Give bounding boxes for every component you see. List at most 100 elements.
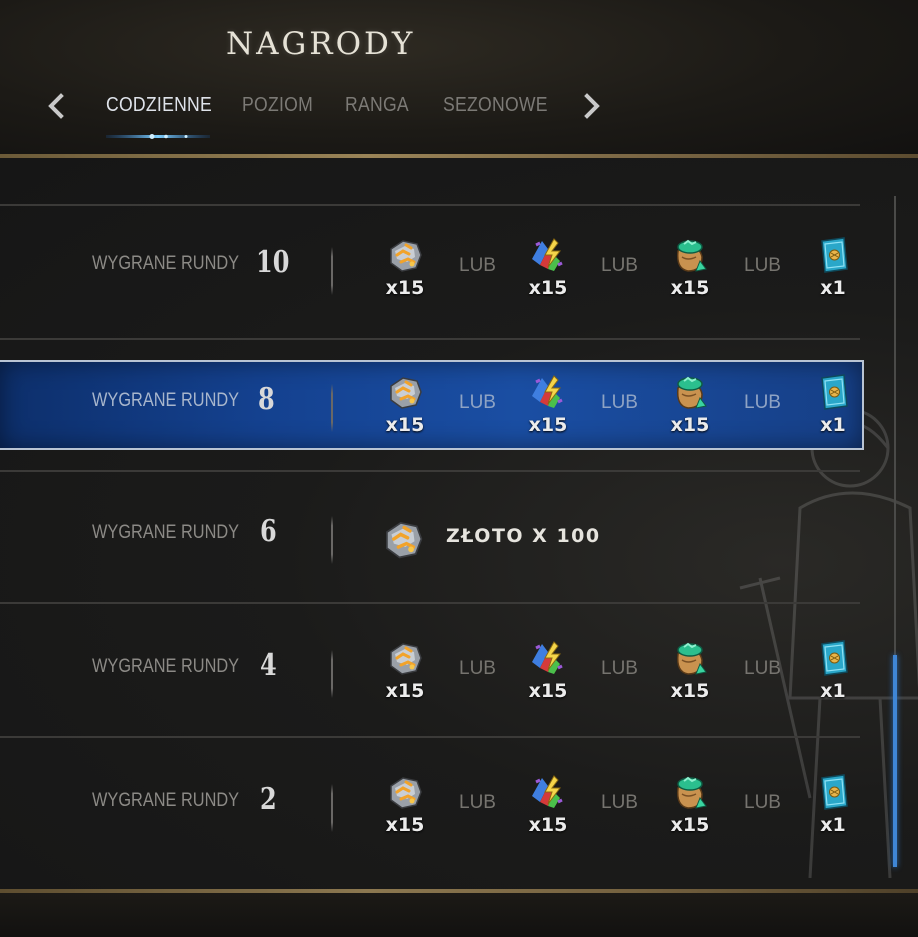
reward-option[interactable]: x15 <box>668 372 712 446</box>
page-title: NAGRODY <box>226 26 416 62</box>
row-separator <box>331 650 333 698</box>
reward-quantity: x15 <box>528 277 568 299</box>
or-label: LUB <box>744 255 781 276</box>
reward-quantity: x15 <box>528 414 568 436</box>
or-label: LUB <box>744 792 781 813</box>
rounds-won-count: 10 <box>256 245 290 280</box>
row-separator <box>331 384 333 432</box>
reward-quantity: x15 <box>670 414 710 436</box>
card-keg-icon <box>813 638 853 678</box>
reward-option[interactable]: x15 <box>526 772 570 846</box>
or-label: LUB <box>459 392 496 413</box>
reward-quantity: x15 <box>385 680 425 702</box>
reward-quantity: x15 <box>528 814 568 836</box>
tab-poziom[interactable]: POZIOM <box>242 94 313 117</box>
card-keg-icon <box>813 772 853 812</box>
or-label: LUB <box>744 658 781 679</box>
row-label: WYGRANE RUNDY <box>92 656 240 677</box>
or-label: LUB <box>459 792 496 813</box>
ore-icon <box>380 516 426 562</box>
scraps-icon <box>528 235 568 275</box>
header: NAGRODY CODZIENNE POZIOM RANGA SEZONOWE <box>0 0 918 158</box>
ore-icon <box>385 235 425 275</box>
ore-icon <box>385 638 425 678</box>
or-label: LUB <box>601 392 638 413</box>
row-divider-line <box>0 470 860 472</box>
reward-quantity: x15 <box>670 277 710 299</box>
reward-option[interactable]: x15 <box>383 235 427 309</box>
row-label: WYGRANE RUNDY <box>92 390 240 411</box>
rewards-list[interactable]: WYGRANE RUNDY 10 x15 LUB x15 LUB x15 LUB… <box>0 158 918 892</box>
reward-option[interactable]: x15 <box>526 372 570 446</box>
scraps-icon <box>528 372 568 412</box>
chevron-right-icon <box>584 93 600 119</box>
powder-bag-icon <box>670 638 710 678</box>
scraps-icon <box>528 638 568 678</box>
row-label: WYGRANE RUNDY <box>92 522 240 543</box>
or-label: LUB <box>459 658 496 679</box>
row-divider-line <box>0 204 860 206</box>
chevron-left-icon <box>48 93 64 119</box>
or-label: LUB <box>459 255 496 276</box>
tab-ranga[interactable]: RANGA <box>345 94 409 117</box>
scraps-icon <box>528 772 568 812</box>
scrollbar-thumb[interactable] <box>893 655 897 867</box>
next-tab-button[interactable] <box>580 90 604 122</box>
row-separator <box>331 784 333 832</box>
tab-codzienne[interactable]: CODZIENNE <box>106 94 212 117</box>
reward-option[interactable]: x15 <box>383 372 427 446</box>
reward-row[interactable]: WYGRANE RUNDY 6 ZŁOTO X 100 <box>0 494 862 584</box>
or-label: LUB <box>601 255 638 276</box>
row-divider-line <box>0 338 860 340</box>
rounds-won-count: 8 <box>258 382 275 417</box>
row-separator <box>331 516 333 564</box>
reward-option[interactable]: x15 <box>383 772 427 846</box>
reward-quantity: x15 <box>670 680 710 702</box>
powder-bag-icon <box>670 772 710 812</box>
row-divider-line <box>0 736 860 738</box>
reward-quantity: x1 <box>820 277 846 299</box>
reward-quantity: x15 <box>528 680 568 702</box>
reward-quantity: x15 <box>385 814 425 836</box>
reward-option[interactable]: x1 <box>811 772 855 846</box>
or-label: LUB <box>601 792 638 813</box>
reward-quantity: x15 <box>670 814 710 836</box>
reward-option[interactable]: x1 <box>811 638 855 712</box>
rounds-won-count: 4 <box>260 648 277 683</box>
reward-row-current[interactable]: WYGRANE RUNDY 8 x15 LUB x15 LUB x15 LUB … <box>0 360 864 450</box>
rounds-won-count: 2 <box>260 782 277 817</box>
or-label: LUB <box>601 658 638 679</box>
reward-row[interactable]: WYGRANE RUNDY 4 x15 LUB x15 LUB x15 LUB … <box>0 628 862 718</box>
footer <box>0 893 918 937</box>
reward-quantity: x1 <box>820 680 846 702</box>
reward-row[interactable]: WYGRANE RUNDY 10 x15 LUB x15 LUB x15 LUB… <box>0 225 862 315</box>
tab-sezonowe[interactable]: SEZONOWE <box>443 94 548 117</box>
reward-option[interactable]: x15 <box>668 772 712 846</box>
reward-quantity: x1 <box>820 814 846 836</box>
row-divider-line <box>0 602 860 604</box>
reward-quantity: x15 <box>385 277 425 299</box>
reward-option[interactable]: x15 <box>526 235 570 309</box>
reward-option[interactable]: x15 <box>668 638 712 712</box>
reward-option[interactable]: x15 <box>668 235 712 309</box>
reward-option[interactable]: x1 <box>811 372 855 446</box>
prev-tab-button[interactable] <box>44 90 68 122</box>
ore-icon <box>385 772 425 812</box>
card-keg-icon <box>813 235 853 275</box>
or-label: LUB <box>744 392 781 413</box>
row-label: WYGRANE RUNDY <box>92 790 240 811</box>
card-keg-icon <box>813 372 853 412</box>
reward-option[interactable]: x15 <box>383 638 427 712</box>
reward-option[interactable]: x15 <box>526 638 570 712</box>
gold-reward-label: ZŁOTO X 100 <box>446 525 601 547</box>
row-separator <box>331 247 333 295</box>
rounds-won-count: 6 <box>260 514 277 549</box>
reward-option[interactable]: x1 <box>811 235 855 309</box>
powder-bag-icon <box>670 372 710 412</box>
powder-bag-icon <box>670 235 710 275</box>
row-label: WYGRANE RUNDY <box>92 253 240 274</box>
active-tab-indicator <box>106 134 210 139</box>
ore-icon <box>385 372 425 412</box>
reward-row[interactable]: WYGRANE RUNDY 2 x15 LUB x15 LUB x15 LUB … <box>0 762 862 852</box>
reward-quantity: x15 <box>385 414 425 436</box>
